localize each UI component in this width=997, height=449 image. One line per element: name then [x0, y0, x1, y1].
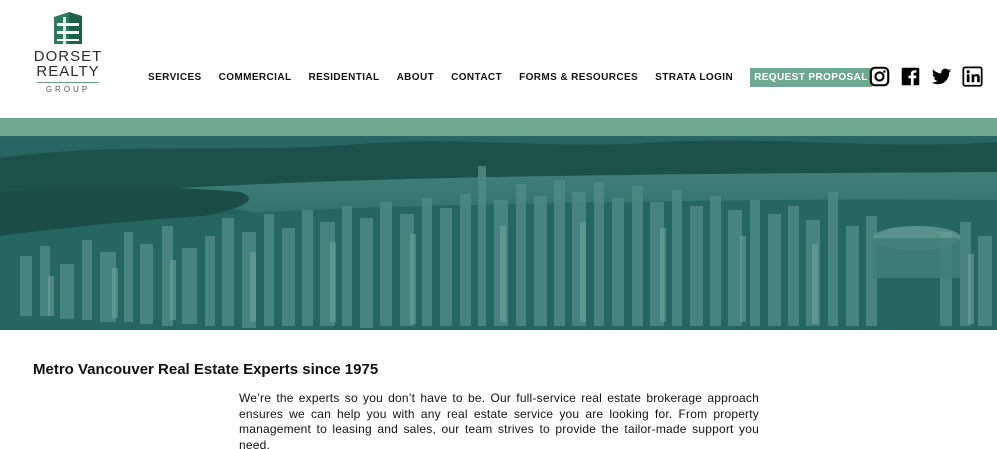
social-links [869, 66, 983, 87]
request-proposal-button[interactable]: REQUEST PROPOSAL [750, 67, 872, 87]
logo-text-group: GROUP [45, 85, 91, 94]
nav-forms-resources[interactable]: FORMS & RESOURCES [519, 72, 638, 83]
nav-commercial[interactable]: COMMERCIAL [219, 72, 292, 83]
nav-strata-login[interactable]: STRATA LOGIN [655, 72, 733, 83]
hero-top-band [0, 118, 997, 136]
facebook-icon[interactable] [900, 66, 921, 87]
logo-text-dorset: DORSET [33, 48, 103, 65]
nav-about[interactable]: ABOUT [397, 72, 435, 83]
logo-text-realty: REALTY [36, 63, 100, 80]
city-skyline-image [0, 136, 997, 330]
building-logo-icon [54, 12, 82, 44]
logo[interactable]: DORSET REALTY GROUP [33, 11, 103, 101]
nav-services[interactable]: SERVICES [148, 72, 202, 83]
logo-divider [37, 82, 99, 83]
twitter-icon[interactable] [931, 66, 952, 87]
hero-image [0, 136, 997, 330]
site-header: DORSET REALTY GROUP SERVICES COMMERCIAL … [0, 0, 997, 118]
linkedin-icon[interactable] [962, 66, 983, 87]
instagram-icon[interactable] [869, 66, 890, 87]
intro-paragraph: We’re the experts so you don’t have to b… [239, 391, 759, 449]
nav-residential[interactable]: RESIDENTIAL [308, 72, 379, 83]
main-nav: SERVICES COMMERCIAL RESIDENTIAL ABOUT CO… [148, 67, 872, 87]
nav-contact[interactable]: CONTACT [451, 72, 502, 83]
page-headline: Metro Vancouver Real Estate Experts sinc… [33, 361, 379, 378]
